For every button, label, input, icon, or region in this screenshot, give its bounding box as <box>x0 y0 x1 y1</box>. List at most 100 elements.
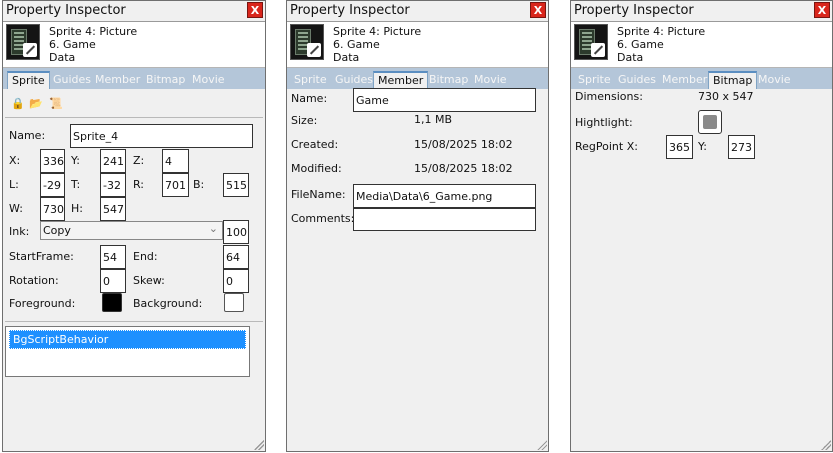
foreground-color-swatch[interactable] <box>102 293 122 312</box>
header-line-1: Sprite 4: Picture <box>617 25 706 38</box>
end-label: End: <box>133 250 158 263</box>
tab-guides[interactable]: Guides <box>331 71 377 89</box>
sprite-header: Sprite 4: Picture 6. Game Data <box>3 22 265 68</box>
property-inspector-bitmap-panel: Property Inspector X Sprite 4: Picture 6… <box>570 0 833 452</box>
behavior-list-item[interactable]: BgScriptBehavior <box>9 330 246 349</box>
member-header: Sprite 4: Picture 6. Game Data <box>287 22 548 68</box>
title-bar[interactable]: Property Inspector X <box>571 1 832 22</box>
header-line-2: 6. Game <box>49 38 96 51</box>
x-label: X: <box>9 154 21 167</box>
regpoint-x-label: RegPoint X: <box>575 140 638 153</box>
y-label: Y: <box>71 154 80 167</box>
regpoint-y-field[interactable]: 273 <box>728 135 755 159</box>
paint-brush-icon <box>591 43 605 57</box>
highlight-label: Hightlight: <box>575 116 633 129</box>
highlight-toggle-indicator <box>703 115 717 129</box>
lock-icon[interactable]: 🔒 <box>11 97 25 110</box>
tab-member[interactable]: Member <box>658 71 711 89</box>
size-label: Size: <box>291 114 318 127</box>
dimensions-value: 730 x 547 <box>698 90 754 103</box>
t-field[interactable]: -32 <box>100 173 126 197</box>
ink-select[interactable]: Copy ⌄ <box>40 221 223 240</box>
comments-field[interactable] <box>353 208 536 231</box>
window-title: Property Inspector <box>290 3 410 18</box>
open-folder-icon[interactable]: 📂 <box>29 97 43 110</box>
tab-bitmap[interactable]: Bitmap <box>425 71 472 89</box>
name-label: Name: <box>9 129 46 142</box>
regpoint-x-field[interactable]: 365 <box>666 135 693 159</box>
rotation-field[interactable]: 0 <box>100 269 126 293</box>
bitmap-header: Sprite 4: Picture 6. Game Data <box>571 22 832 68</box>
dimensions-label: Dimensions: <box>575 90 643 103</box>
tab-bitmap[interactable]: Bitmap <box>142 71 189 89</box>
comments-label: Comments: <box>291 212 355 225</box>
startframe-field[interactable]: 54 <box>100 245 126 269</box>
tab-sprite[interactable]: Sprite <box>290 71 331 89</box>
paint-brush-icon <box>23 43 37 57</box>
l-label: L: <box>9 178 19 191</box>
tab-movie[interactable]: Movie <box>188 71 229 89</box>
title-bar[interactable]: Property Inspector X <box>3 1 265 22</box>
header-line-3: Data <box>617 51 644 64</box>
close-button[interactable]: X <box>530 2 546 18</box>
created-label: Created: <box>291 138 339 151</box>
end-field[interactable]: 64 <box>223 245 249 269</box>
w-field[interactable]: 730 <box>40 197 65 221</box>
header-line-1: Sprite 4: Picture <box>333 25 422 38</box>
b-label: B: <box>193 178 205 191</box>
header-line-3: Data <box>49 51 76 64</box>
filename-field[interactable]: Media\Data\6_Game.png <box>353 184 536 208</box>
tab-member[interactable]: Member <box>373 71 429 89</box>
resize-grip[interactable] <box>254 440 264 450</box>
tab-movie[interactable]: Movie <box>470 71 511 89</box>
resize-grip[interactable] <box>537 440 547 450</box>
tab-guides[interactable]: Guides <box>49 71 95 89</box>
background-color-swatch[interactable] <box>224 293 244 312</box>
tab-sprite[interactable]: Sprite <box>574 71 615 89</box>
y-field[interactable]: 241 <box>100 149 126 173</box>
h-label: H: <box>71 202 83 215</box>
paint-brush-icon <box>307 43 321 57</box>
resize-grip[interactable] <box>821 440 831 450</box>
modified-value: 15/08/2025 18:02 <box>414 162 513 175</box>
z-field[interactable]: 4 <box>162 149 189 173</box>
close-button[interactable]: X <box>247 2 263 18</box>
member-thumbnail <box>574 24 608 60</box>
window-title: Property Inspector <box>6 3 126 18</box>
behavior-list[interactable]: BgScriptBehavior <box>5 326 250 377</box>
x-field[interactable]: 336 <box>40 149 65 173</box>
ink-value: Copy <box>43 224 71 237</box>
blend-field[interactable]: 100 <box>223 220 249 244</box>
tab-bar: Sprite Guides Member Bitmap Movie <box>287 68 548 89</box>
r-label: R: <box>133 178 145 191</box>
tab-bar: Sprite Guides Member Bitmap Movie <box>571 68 832 89</box>
b-field[interactable]: 515 <box>223 173 249 197</box>
header-line-2: 6. Game <box>617 38 664 51</box>
l-field[interactable]: -29 <box>40 173 65 197</box>
title-bar[interactable]: Property Inspector X <box>287 1 548 22</box>
modified-label: Modified: <box>291 162 342 175</box>
close-button[interactable]: X <box>814 2 830 18</box>
header-line-1: Sprite 4: Picture <box>49 25 138 38</box>
created-value: 15/08/2025 18:02 <box>414 138 513 151</box>
behavior-script-icon[interactable]: 📜 <box>49 97 63 110</box>
background-label: Background: <box>133 297 203 310</box>
tab-member[interactable]: Member <box>91 71 144 89</box>
tab-movie[interactable]: Movie <box>754 71 795 89</box>
property-inspector-member-panel: Property Inspector X Sprite 4: Picture 6… <box>286 0 549 452</box>
header-line-3: Data <box>333 51 360 64</box>
sprite-name-field[interactable]: Sprite_4 <box>70 124 253 148</box>
size-value: 1,1 MB <box>414 113 453 126</box>
skew-field[interactable]: 0 <box>223 269 249 293</box>
tab-sprite[interactable]: Sprite <box>7 71 50 89</box>
chevron-down-icon: ⌄ <box>208 222 218 235</box>
ink-label: Ink: <box>9 225 30 238</box>
highlight-checkbox[interactable] <box>698 110 722 134</box>
tab-bitmap[interactable]: Bitmap <box>708 71 758 89</box>
member-thumbnail <box>290 24 324 60</box>
r-field[interactable]: 701 <box>162 173 189 197</box>
tab-guides[interactable]: Guides <box>614 71 660 89</box>
filename-label: FileName: <box>291 188 346 201</box>
h-field[interactable]: 547 <box>100 197 126 221</box>
member-name-field[interactable]: Game <box>353 88 536 112</box>
